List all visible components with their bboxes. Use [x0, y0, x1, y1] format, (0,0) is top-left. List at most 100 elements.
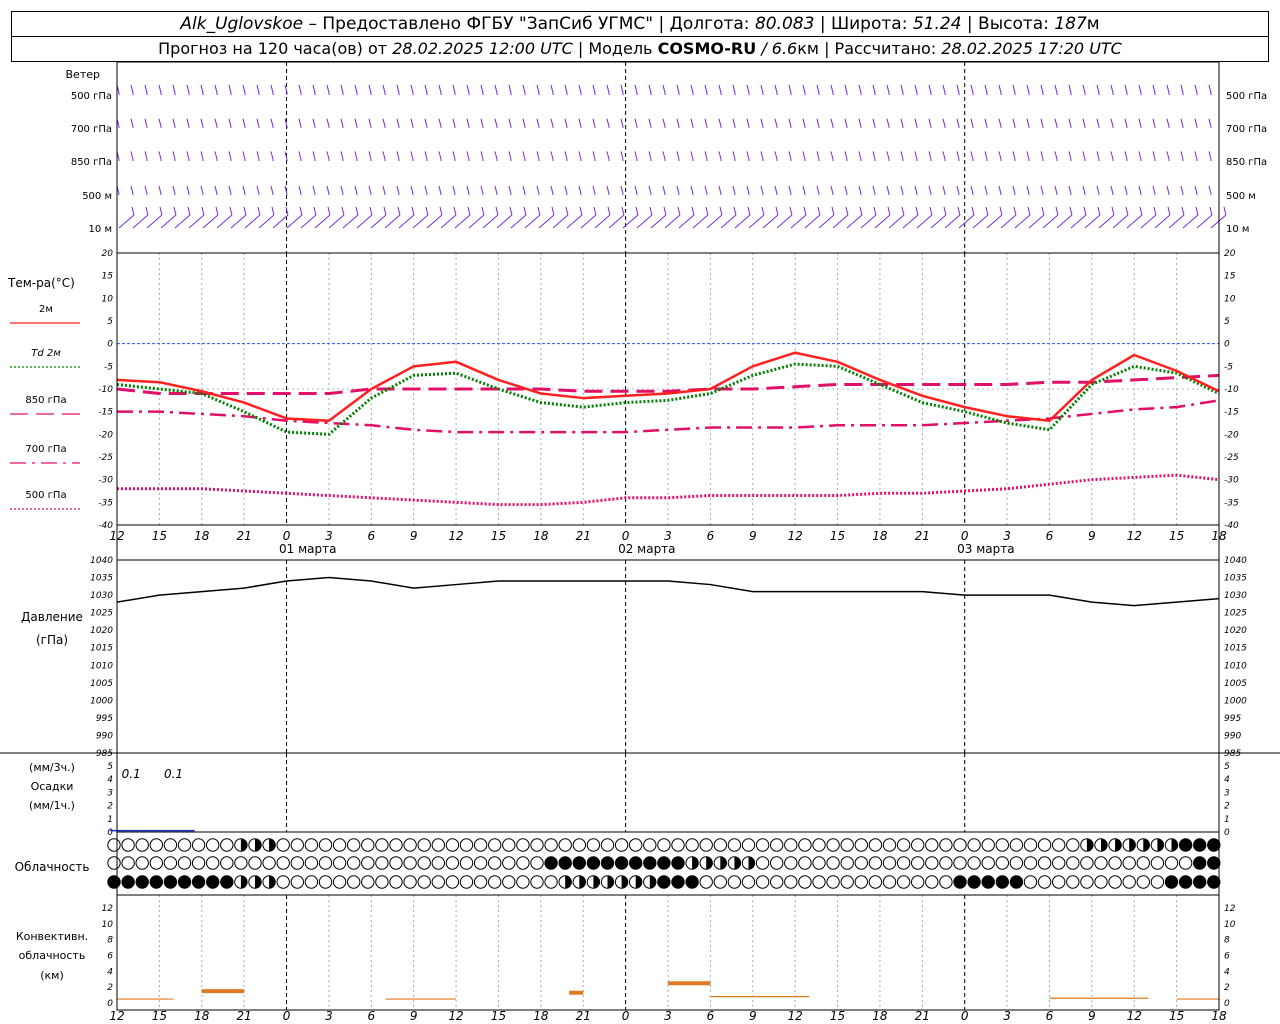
wind-barb-flag	[1208, 185, 1212, 195]
cloud-symbol	[220, 838, 234, 852]
wind-barb-flag	[872, 84, 876, 94]
wind-barb-flag	[1166, 151, 1170, 160]
cloud-symbol	[1037, 856, 1052, 870]
day-label: 01 марта	[279, 542, 336, 556]
cloud-symbol	[206, 875, 220, 889]
wind-barb-flag	[130, 151, 134, 160]
cloud-symbol	[516, 875, 530, 889]
x-tick-label: 15	[1169, 1009, 1184, 1023]
y-tick-label: 1040	[90, 556, 113, 566]
wind-barb-flag	[746, 185, 750, 195]
wind-barb-flag	[242, 84, 246, 94]
cloud-symbol	[530, 838, 544, 852]
wind-barb-flag	[1082, 118, 1086, 127]
wind-barb-flag	[942, 84, 946, 94]
wind-barb-flag	[424, 185, 428, 195]
wind-barb-flag	[606, 151, 610, 160]
wind-barb-flag	[410, 84, 414, 94]
wind-barb-flag	[1124, 118, 1128, 127]
x-tick-label: 21	[915, 1009, 930, 1023]
wind-barb-flag	[691, 206, 695, 216]
y-tick-label: 1	[107, 815, 113, 825]
wind-barb-flag	[648, 84, 652, 94]
cloud-symbol	[614, 856, 629, 870]
wind-barb-flag	[788, 185, 792, 195]
cloud-symbol	[375, 856, 389, 870]
cloud-symbol	[290, 838, 304, 852]
cloud-symbol	[318, 838, 333, 852]
cloud-symbol-half	[706, 856, 713, 870]
y-tick-label-right: -25	[1224, 453, 1239, 463]
wind-barb-flag	[970, 118, 974, 127]
cloud-symbol	[417, 856, 431, 870]
legend-label: Td 2м	[31, 348, 61, 359]
wind-barb	[1112, 214, 1129, 229]
cloud-symbol	[600, 856, 615, 870]
wind-barb-flag	[677, 206, 681, 216]
wind-barb-flag	[747, 206, 751, 216]
cloud-symbol	[826, 875, 840, 889]
cloud-symbol-half	[1086, 838, 1094, 852]
cloud-symbol	[798, 838, 812, 852]
cloud-symbol	[1136, 856, 1151, 870]
cloud-symbol-half	[635, 875, 642, 889]
cloud-symbol	[389, 856, 403, 870]
wind-barb-flag	[1012, 118, 1016, 127]
wind-barb	[972, 214, 989, 229]
cloud-symbol	[431, 838, 445, 852]
wind-barb-flag	[1082, 151, 1086, 160]
x-tick-label: 9	[410, 1009, 418, 1023]
wind-barb-flag	[466, 84, 470, 94]
x-tick-label: 15	[491, 529, 506, 543]
wind-barb	[720, 214, 737, 229]
cloud-symbol	[854, 856, 868, 870]
cloud-symbol	[671, 856, 685, 870]
y-tick-label: 6	[107, 951, 113, 961]
wind-barb-flag	[704, 185, 708, 195]
y-tick-label-right: 4	[1224, 967, 1230, 977]
wind-barb-flag	[901, 206, 905, 216]
cloud-symbol	[1009, 875, 1024, 889]
cloud-symbol	[1193, 856, 1207, 870]
wind-barb	[930, 214, 947, 229]
cloud-symbol	[643, 856, 657, 870]
wind-barb-flag	[1195, 206, 1199, 216]
cloud-symbol	[671, 875, 685, 889]
x-tick-label: 21	[576, 1009, 591, 1023]
cloud-symbol-half	[607, 875, 614, 889]
cloud-symbol	[1080, 856, 1094, 870]
wind-barb-flag	[1110, 185, 1114, 195]
wind-barb-flag	[1012, 185, 1016, 195]
cloud-symbol	[953, 875, 967, 889]
cloud-symbol	[149, 875, 164, 889]
wind-barb-flag	[970, 84, 974, 94]
cloud-symbol	[1023, 875, 1038, 889]
wind-barb-flag	[578, 84, 582, 94]
y-tick-label-right: 5	[1224, 317, 1230, 327]
wind-barb	[818, 214, 835, 229]
cloud-symbol	[572, 856, 586, 870]
wind-barb-flag	[299, 206, 303, 216]
cloud-symbol	[276, 875, 290, 889]
wind-barb-flag	[1223, 206, 1227, 216]
wind-barb-flag	[494, 185, 498, 195]
wind-barb	[734, 214, 751, 229]
wind-barb-flag	[676, 84, 680, 94]
wind-barb-flag	[158, 84, 162, 94]
y-tick-label: 5	[107, 762, 113, 772]
wind-barb-flag	[340, 151, 344, 160]
wind-barb-flag	[368, 151, 372, 160]
wind-barb-flag	[676, 151, 680, 160]
cloud-symbol	[812, 856, 826, 870]
wind-barb-flag	[858, 84, 862, 94]
cloud-symbol	[967, 838, 981, 852]
cloud-symbol	[1094, 856, 1108, 870]
wind-barb-flag	[1026, 118, 1030, 127]
wind-barb	[944, 214, 961, 229]
wind-barb-flag	[1097, 206, 1101, 216]
y-tick-label: 12	[102, 904, 114, 914]
wind-barb-flag	[886, 118, 890, 127]
wind-barb-flag	[550, 118, 554, 127]
y-tick-label: 1025	[90, 609, 113, 619]
wind-barb-flag	[914, 151, 918, 160]
